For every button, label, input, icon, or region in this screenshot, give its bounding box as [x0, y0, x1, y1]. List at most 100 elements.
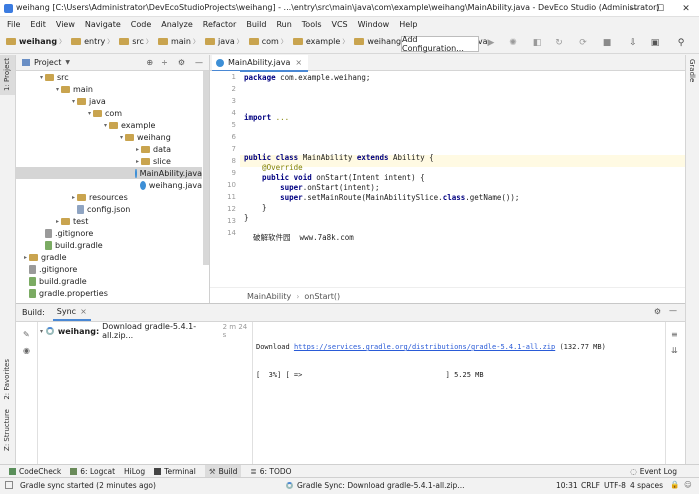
- build-output[interactable]: Download https://services.gradle.org/dis…: [256, 325, 659, 397]
- breadcrumb-item[interactable]: weihang〉: [6, 37, 68, 46]
- tool-logcat[interactable]: 6: Logcat: [70, 467, 115, 476]
- tool-terminal[interactable]: Terminal: [154, 467, 196, 476]
- tree-item[interactable]: ▾ example: [16, 119, 202, 131]
- expand-arrow-icon[interactable]: ▾: [118, 134, 125, 141]
- eye-icon[interactable]: ◉: [23, 346, 30, 355]
- tab-sync[interactable]: Sync ×: [52, 304, 91, 321]
- inspector-icon[interactable]: ☺: [684, 480, 692, 489]
- soft-wrap-icon[interactable]: ≡: [671, 330, 678, 339]
- tool-codecheck[interactable]: CodeCheck: [9, 467, 61, 476]
- run-icon[interactable]: ▶: [486, 38, 496, 48]
- tree-item[interactable]: .gitignore: [16, 227, 202, 239]
- caret-position[interactable]: 10:31: [556, 481, 578, 490]
- tree-item[interactable]: build.gradle: [16, 239, 202, 251]
- coverage-icon[interactable]: ◧: [532, 38, 542, 48]
- expand-arrow-icon[interactable]: ▸: [134, 146, 141, 153]
- menu-refactor[interactable]: Refactor: [203, 20, 237, 29]
- background-task[interactable]: Gradle Sync: Download gradle-5.4.1-all.z…: [297, 481, 464, 490]
- tool-event-log[interactable]: ◌ Event Log: [630, 467, 677, 476]
- close-tab-icon[interactable]: ×: [295, 58, 302, 67]
- menu-build[interactable]: Build: [246, 20, 266, 29]
- tree-item[interactable]: ▸ test: [16, 215, 202, 227]
- tree-item[interactable]: .gitignore: [16, 263, 202, 275]
- tree-item[interactable]: ▸ data: [16, 143, 202, 155]
- sync-project-icon[interactable]: ⇩: [628, 38, 638, 48]
- expand-arrow-icon[interactable]: ▾: [40, 328, 43, 335]
- menu-edit[interactable]: Edit: [30, 20, 46, 29]
- status-message[interactable]: Gradle sync started (2 minutes ago): [20, 481, 156, 490]
- expand-arrow-icon[interactable]: ▸: [134, 158, 141, 165]
- breadcrumb-class[interactable]: MainAbility: [247, 292, 291, 301]
- hide-build-icon[interactable]: —: [669, 306, 677, 315]
- tool-hilog[interactable]: HiLog: [124, 467, 145, 476]
- code-area[interactable]: package com.example.weihang; import ... pu…: [244, 71, 685, 287]
- structure-tool-tab[interactable]: Z: Structure: [0, 407, 15, 457]
- tree-item[interactable]: config.json: [16, 203, 202, 215]
- menu-code[interactable]: Code: [131, 20, 151, 29]
- stop-icon[interactable]: ■: [602, 38, 612, 48]
- debug-icon[interactable]: ✺: [508, 38, 518, 48]
- project-structure-icon[interactable]: ▣: [650, 38, 660, 48]
- tree-item[interactable]: ▾ java: [16, 95, 202, 107]
- lock-icon[interactable]: 🔒: [670, 480, 679, 489]
- tree-item[interactable]: ▾ com: [16, 107, 202, 119]
- tree-item[interactable]: weihang.java: [16, 179, 202, 191]
- breadcrumb-item[interactable]: com 〉: [248, 37, 290, 46]
- expand-arrow-icon[interactable]: ▸: [70, 194, 77, 201]
- menu-help[interactable]: Help: [399, 20, 417, 29]
- collapse-all-icon[interactable]: ÷: [161, 58, 168, 67]
- tree-item[interactable]: ▾ weihang: [16, 131, 202, 143]
- breadcrumb-method[interactable]: onStart(): [304, 292, 340, 301]
- breadcrumb-item[interactable]: src 〉: [119, 37, 155, 46]
- tree-item[interactable]: MainAbility.java: [16, 167, 202, 179]
- close-window-button[interactable]: ✕: [673, 0, 699, 17]
- scroll-to-end-icon[interactable]: ⇊: [671, 346, 678, 355]
- tree-item[interactable]: ▸ resources: [16, 191, 202, 203]
- expand-arrow-icon[interactable]: ▸: [22, 254, 29, 261]
- minimize-button[interactable]: —: [621, 0, 647, 17]
- menu-view[interactable]: View: [56, 20, 75, 29]
- breadcrumb-item[interactable]: example 〉: [292, 37, 351, 46]
- breadcrumb-item[interactable]: main 〉: [157, 37, 202, 46]
- build-task-row[interactable]: ▾ weihang: Download gradle-5.4.1-all.zip…: [40, 322, 252, 340]
- build-divider[interactable]: [252, 322, 253, 465]
- menu-navigate[interactable]: Navigate: [85, 20, 121, 29]
- tool-build[interactable]: ⚒ Build: [204, 464, 242, 478]
- favorites-tool-tab[interactable]: 2: Favorites: [0, 355, 15, 407]
- pin-icon[interactable]: ✎: [23, 330, 30, 339]
- indent-setting[interactable]: 4 spaces: [630, 481, 663, 490]
- expand-arrow-icon[interactable]: ▾: [38, 74, 45, 81]
- build-settings-icon[interactable]: ⚙: [654, 307, 661, 316]
- project-view-selector[interactable]: Project: [34, 58, 61, 67]
- profile-icon[interactable]: ⟳: [578, 38, 588, 48]
- tree-scrollbar[interactable]: [203, 71, 209, 265]
- menu-file[interactable]: File: [7, 20, 20, 29]
- breadcrumb-item[interactable]: java 〉: [204, 37, 246, 46]
- chevron-down-icon[interactable]: ▼: [65, 59, 70, 66]
- file-encoding[interactable]: UTF-8: [604, 481, 626, 490]
- line-separator[interactable]: CRLF: [581, 481, 600, 490]
- tree-item[interactable]: ▾ src: [16, 71, 202, 83]
- add-configuration-button[interactable]: Add Configuration...: [401, 35, 479, 53]
- tree-item[interactable]: gradle.properties: [16, 287, 202, 299]
- tree-item[interactable]: build.gradle: [16, 275, 202, 287]
- expand-arrow-icon[interactable]: ▸: [54, 218, 61, 225]
- search-everywhere-icon[interactable]: ⚲: [676, 38, 686, 48]
- close-sync-tab-icon[interactable]: ×: [80, 307, 87, 316]
- expand-arrow-icon[interactable]: ▾: [70, 98, 77, 105]
- menu-run[interactable]: Run: [276, 20, 291, 29]
- menu-window[interactable]: Window: [358, 20, 390, 29]
- locate-file-icon[interactable]: ⊕: [146, 58, 153, 67]
- output-url-link[interactable]: https://services.gradle.org/distribution…: [294, 343, 555, 351]
- expand-arrow-icon[interactable]: ▾: [102, 122, 109, 129]
- gradle-tool-tab[interactable]: Gradle: [686, 55, 699, 95]
- status-toggle-icon[interactable]: [5, 481, 13, 489]
- tool-todo[interactable]: ≣ 6: TODO: [250, 467, 291, 476]
- breadcrumb-item[interactable]: entry 〉: [71, 37, 116, 46]
- tree-item[interactable]: ▸ slice: [16, 155, 202, 167]
- expand-arrow-icon[interactable]: ▾: [86, 110, 93, 117]
- tree-item[interactable]: ▸ gradle: [16, 251, 202, 263]
- attach-icon[interactable]: ↻: [554, 38, 564, 48]
- maximize-button[interactable]: ☐: [647, 0, 673, 17]
- tab-mainability-java[interactable]: MainAbility.java ×: [212, 55, 309, 72]
